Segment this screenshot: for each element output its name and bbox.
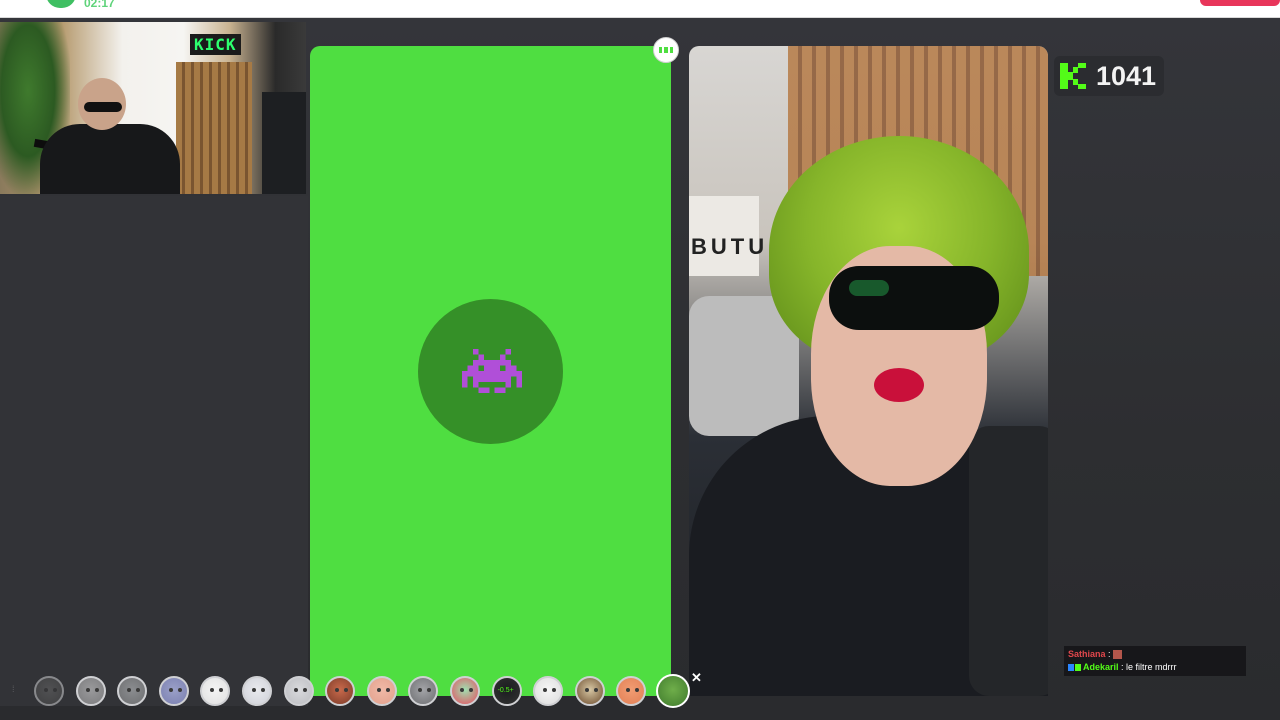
stream-timer: 02:17 <box>84 0 115 10</box>
blush-filter-icon[interactable] <box>366 676 397 706</box>
man-face-filter-icon[interactable] <box>325 676 356 706</box>
chat-separator: : <box>1105 649 1114 659</box>
left-empty-panel <box>0 196 308 706</box>
chat-overlay: Sathiana : Adekaril : le filtre mdrrr <box>1064 646 1246 676</box>
kick-logo-icon <box>1060 63 1086 89</box>
sad-face-filter-icon[interactable] <box>283 676 314 706</box>
shelf-sign-text: BUTU <box>691 234 769 259</box>
green-hair-filter-icon[interactable] <box>656 674 690 708</box>
pig-filter-icon[interactable] <box>200 676 231 706</box>
ghost-filter-icon[interactable] <box>242 676 272 706</box>
speed-filter-icon[interactable]: -0.5+ <box>491 676 522 706</box>
partner-video: BUTU <box>689 46 1048 696</box>
sunglasses <box>84 102 122 112</box>
streamer-avatar[interactable] <box>46 0 76 8</box>
chat-username[interactable]: Adekaril <box>1083 662 1119 672</box>
streamer-body <box>40 124 180 194</box>
filter-tray: -0.5+ <box>0 672 720 708</box>
streamer-webcam: KICK <box>0 22 306 194</box>
chat-separator: : <box>1118 662 1127 672</box>
cat-filter-icon[interactable] <box>75 676 106 706</box>
streamer-figure <box>33 78 184 194</box>
subscriber-badge-icon <box>1068 664 1074 672</box>
speed-label: -0.5+ <box>497 687 514 694</box>
zombie-filter-icon[interactable] <box>450 676 480 706</box>
placeholder-avatar-circle <box>418 299 563 444</box>
wood-slat-wall <box>176 62 252 194</box>
red-lips <box>874 368 924 402</box>
kick-neon-sign: KICK <box>190 34 241 55</box>
chat-username[interactable]: Sathiana <box>1068 649 1106 659</box>
live-badge[interactable] <box>1200 0 1280 6</box>
galaxy-filter-icon[interactable] <box>158 676 189 706</box>
partner-placeholder-panel <box>310 46 671 696</box>
dots-icon <box>659 47 673 53</box>
monitor <box>262 92 306 194</box>
mouse-filter-icon[interactable] <box>408 676 439 706</box>
chat-message: Adekaril : le filtre mdrrr <box>1068 661 1242 674</box>
close-filter-icon[interactable]: ✕ <box>691 670 702 686</box>
microphone <box>969 426 1048 696</box>
verified-badge-icon <box>1075 664 1081 672</box>
sunglasses <box>829 266 999 330</box>
mustache-filter-icon[interactable] <box>574 676 605 706</box>
options-button[interactable] <box>653 37 679 63</box>
panda-filter-icon[interactable] <box>533 676 564 706</box>
emote-icon <box>1113 650 1123 660</box>
donkey-filter-icon[interactable] <box>117 676 148 706</box>
gorilla-filter-icon[interactable] <box>34 676 64 706</box>
chat-text: le filtre mdrrr <box>1126 662 1177 672</box>
space-invader-icon <box>462 349 522 393</box>
top-bar: 02:17 <box>0 0 1280 18</box>
viewer-counter: 1041 <box>1054 56 1165 96</box>
chat-message: Sathiana : <box>1068 648 1242 661</box>
orange-filter-icon[interactable] <box>616 676 647 706</box>
viewer-count: 1041 <box>1096 60 1157 91</box>
